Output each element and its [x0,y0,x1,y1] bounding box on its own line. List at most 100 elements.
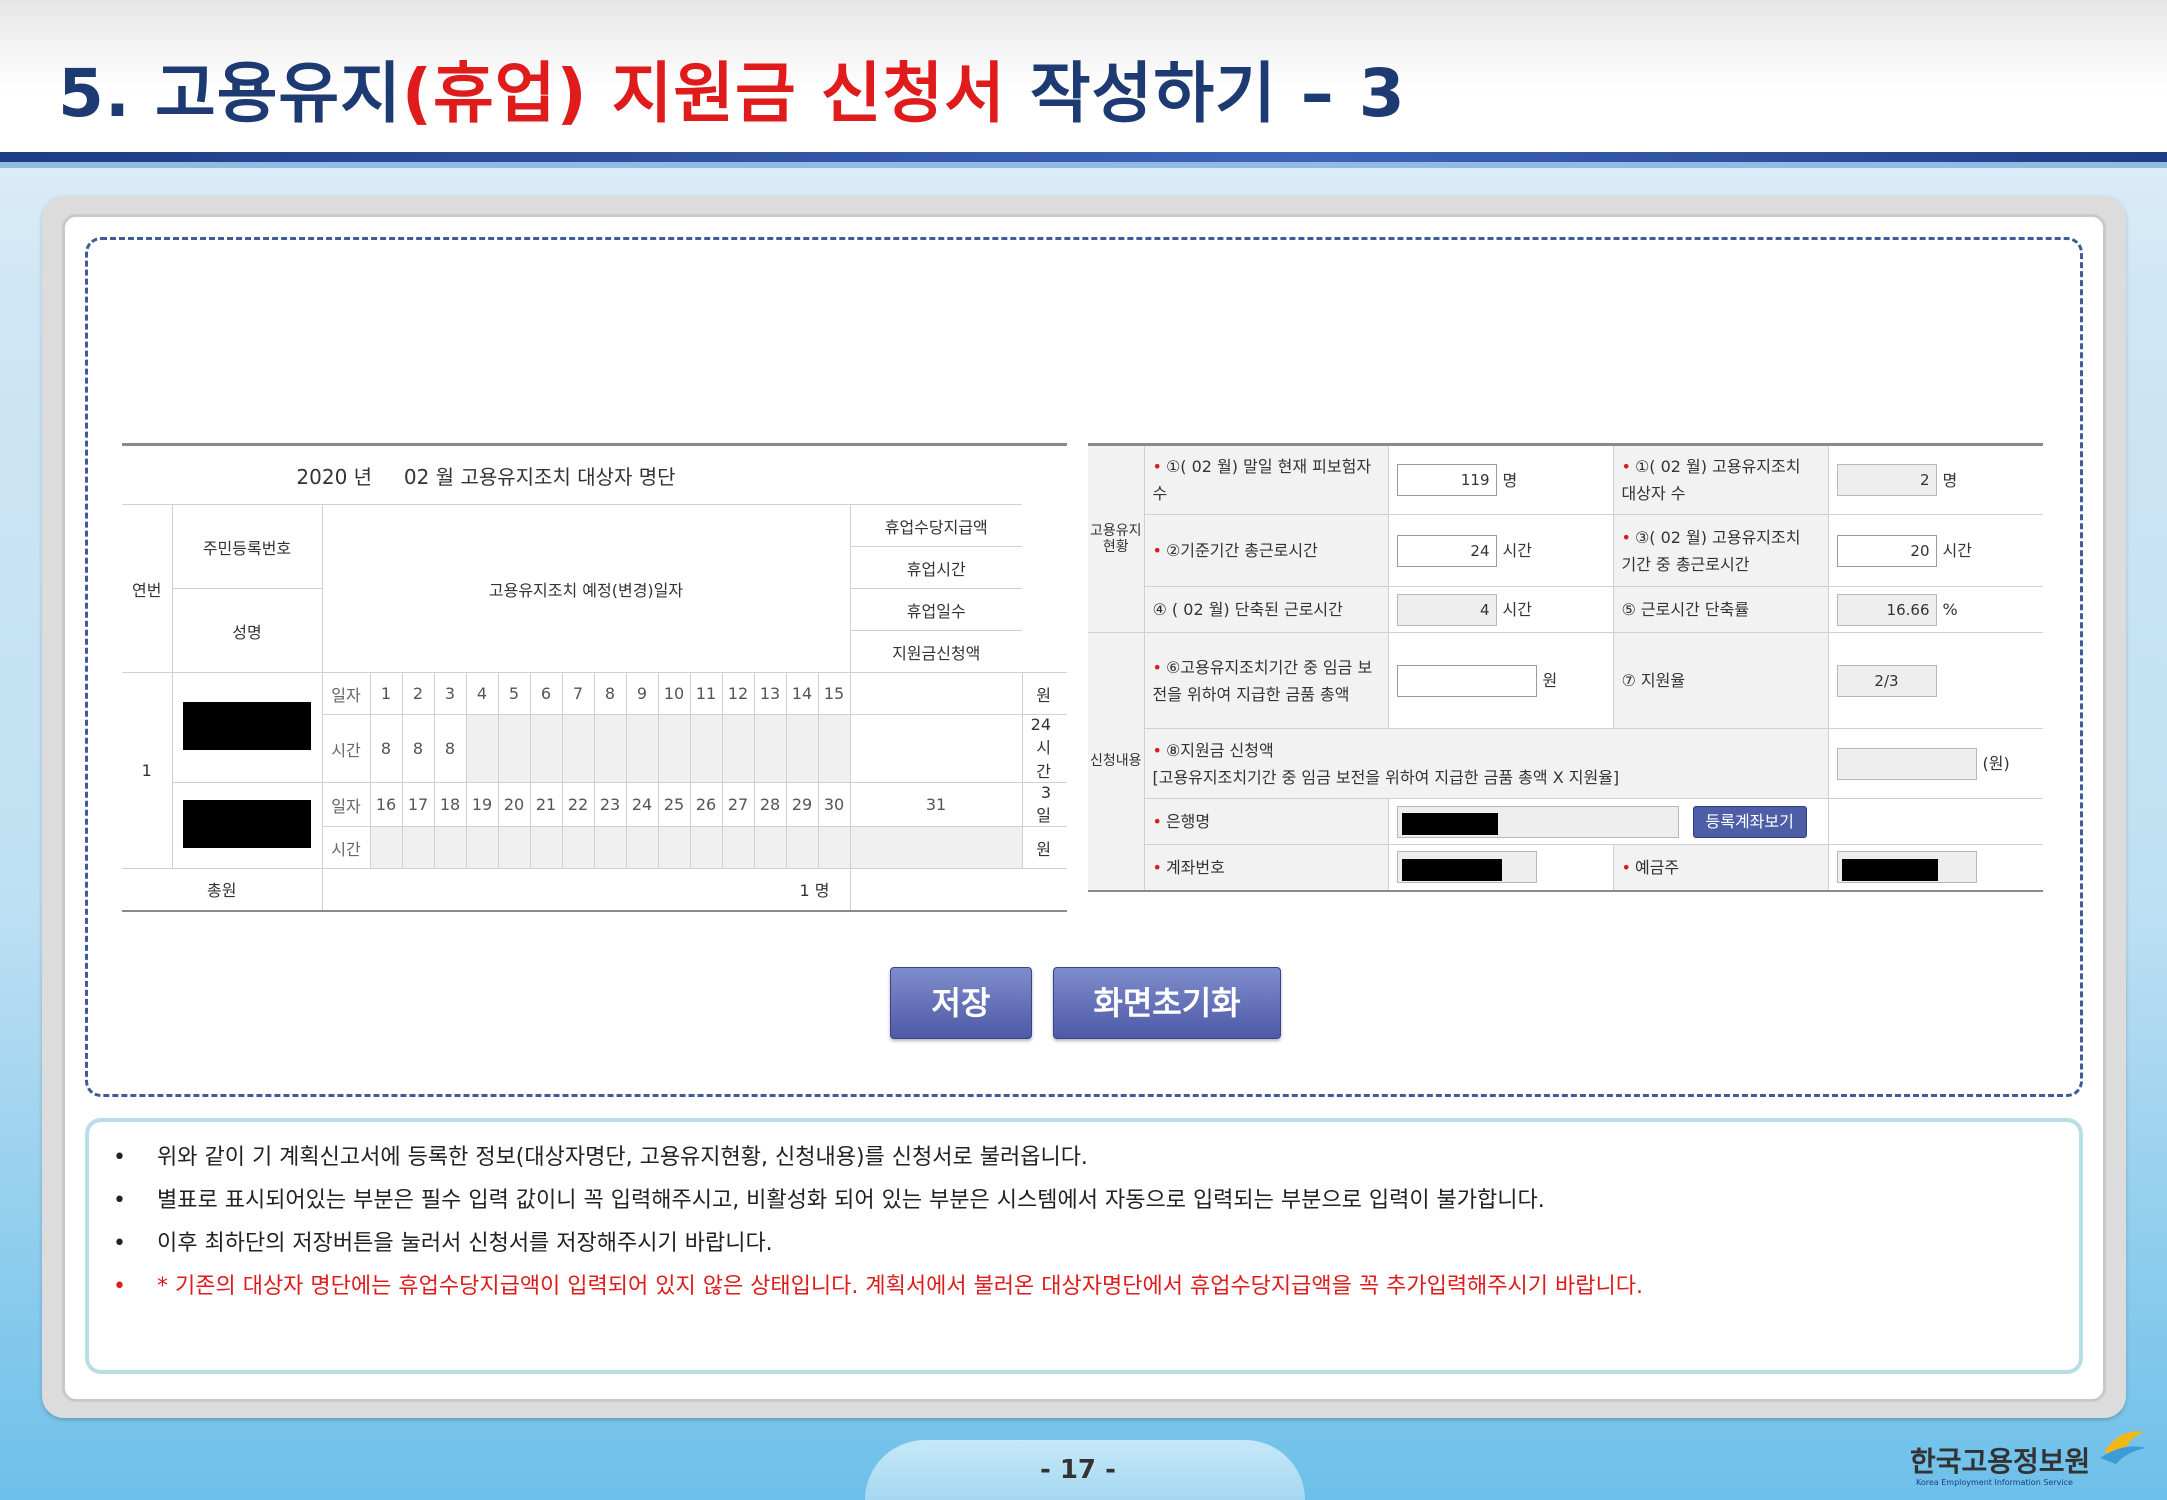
support-rate-field: 2/3 [1836,664,1937,697]
day-cell: 2 [401,672,435,715]
r7-cell [1388,844,1614,891]
r6-cell: 등록계좌보기 [1388,798,1829,845]
r2b-unit: 시간 [1942,541,1972,560]
day-cell: 20 [497,782,531,827]
note-item: • 별표로 표시되어있는 부분은 필수 입력 값이니 꼭 입력해주시고, 비활성화… [113,1188,1545,1213]
r1b-unit: 명 [1942,470,1958,490]
header-bar-light [0,162,2167,168]
period-hours-input[interactable]: 20 [1836,534,1937,567]
hour-cell[interactable]: 8 [401,714,435,783]
note-item: • 위와 같이 기 계획신고서에 등록한 정보(대상자명단, 고용유지현황, 신청… [113,1145,1088,1170]
reduced-hours-field: 4 [1396,593,1497,626]
hour-cell[interactable] [753,714,787,783]
redacted-bank [1401,813,1498,835]
col-serial: 연번 [122,504,173,673]
hour-cell[interactable] [657,826,691,869]
day-cell: 22 [561,782,595,827]
day-cell: 27 [721,782,755,827]
hour-cell[interactable] [369,826,403,869]
r5-cell: (원) [1828,728,2043,799]
label-day: 일자 [321,672,371,715]
hour-cell[interactable] [561,714,595,783]
target-count-field: 2 [1836,464,1937,496]
total-empty [849,868,1022,911]
hour-cell[interactable] [561,826,595,869]
day-cell: 13 [753,672,787,715]
save-button[interactable]: 저장 [890,967,1032,1039]
hour-cell[interactable] [529,714,563,783]
label-time: 시간 [321,826,371,869]
day-cell: 11 [689,672,723,715]
hour-cell[interactable] [785,714,819,783]
col-name: 성명 [171,588,323,673]
account-holder-field [1836,851,1977,884]
hour-cell[interactable]: 8 [369,714,403,783]
day-cell: 10 [657,672,691,715]
base-hours-input[interactable]: 24 [1396,534,1497,567]
hour-cell[interactable] [433,826,467,869]
r4b-cell: 2/3 [1828,632,2043,729]
r4-unit: 원 [1542,671,1558,690]
view-account-button[interactable]: 등록계좌보기 [1692,805,1807,838]
day-cell: 21 [529,782,563,827]
hour-cell[interactable] [721,714,755,783]
allowance-value[interactable]: 원 [1021,672,1067,715]
r2b-cell: 20 시간 [1828,514,2043,587]
r1-label: • ①( 02 월) 말일 현재 피보험자수 [1144,444,1389,515]
hour-cell[interactable] [593,826,627,869]
r6-label: • 은행명 [1144,798,1389,845]
hour-cell[interactable] [625,826,659,869]
r4-label: • ⑥고용유지조치기간 중 임금 보전을 위하여 지급한 금품 총액 [1144,632,1389,729]
r7b-cell [1828,844,2043,891]
hour-cell[interactable] [465,826,499,869]
reduction-rate-field: 16.66 [1836,593,1937,626]
day-cell: 19 [465,782,499,827]
hour-cell[interactable] [625,714,659,783]
account-number-field [1396,851,1537,884]
hour-cell[interactable] [817,826,851,869]
hour-cell[interactable] [817,714,851,783]
hour-cell[interactable] [753,826,787,869]
wage-total-input[interactable] [1396,664,1537,697]
r2-label: • ②기준기간 총근로시간 [1144,514,1389,587]
hour-cell[interactable] [465,714,499,783]
r3-label: ④ ( 02 월) 단축된 근로시간 [1144,586,1389,633]
hour-cell[interactable] [657,714,691,783]
reset-button[interactable]: 화면초기화 [1053,967,1281,1039]
hour-cell[interactable] [401,826,435,869]
day-cell: 3 [433,672,467,715]
hour-cell[interactable] [593,714,627,783]
day-cell: 18 [433,782,467,827]
bank-name-field [1396,805,1679,838]
hour-cell[interactable] [849,826,1023,869]
hour-cell[interactable]: 8 [433,714,467,783]
day-cell: 12 [721,672,755,715]
r3b-cell: 16.66% [1828,586,2043,633]
r6-empty [1828,798,2043,845]
application-form-table: 고용유지현황 • ①( 02 월) 말일 현재 피보험자수 119 명 • ①( 02… [1088,443,2043,892]
day-cell: 24 [625,782,659,827]
r1-unit: 명 [1502,470,1518,490]
hour-cell[interactable] [689,714,723,783]
day-cell [849,672,1023,715]
hour-cell[interactable] [721,826,755,869]
col-hours: 휴업시간 [849,546,1022,589]
hour-cell[interactable] [689,826,723,869]
day-cell: 16 [369,782,403,827]
target-list-table: 2020 년 02 월 고용유지조치 대상자 명단 연번 주민등록번호 고용유지… [122,443,1067,912]
row-serial: 1 [122,672,173,869]
hour-cell[interactable] [785,826,819,869]
r2-unit: 시간 [1502,541,1532,560]
hour-cell[interactable] [497,714,531,783]
day-cell: 8 [593,672,627,715]
instruction-box: • 위와 같이 기 계획신고서에 등록한 정보(대상자명단, 고용유지현황, 신청… [85,1118,2083,1374]
insured-count-input[interactable]: 119 [1396,464,1497,496]
label-time: 시간 [321,714,371,783]
org-logo-icon [2100,1431,2146,1464]
hour-cell[interactable] [497,826,531,869]
hour-cell[interactable] [529,826,563,869]
hour-cell [849,714,1023,783]
col-days: 휴업일수 [849,588,1022,631]
total-label: 총원 [122,868,323,911]
r5-unit: (원) [1982,754,2010,773]
